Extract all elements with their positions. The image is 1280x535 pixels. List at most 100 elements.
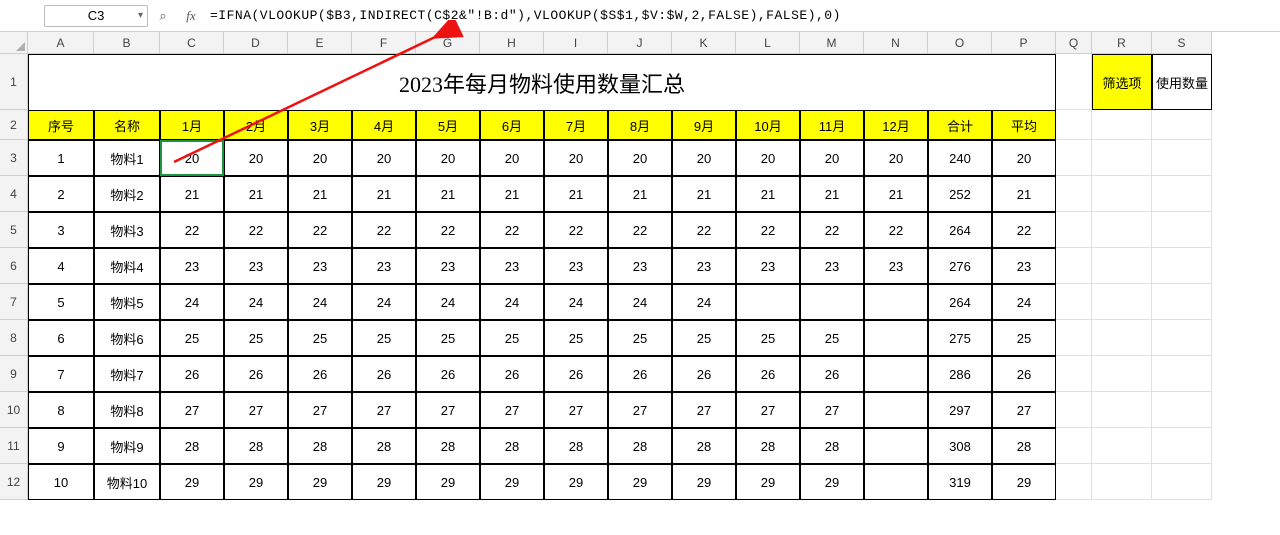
table-header[interactable]: 3月 — [288, 110, 352, 140]
cell-name[interactable]: 物料2 — [94, 176, 160, 212]
cell-month[interactable]: 29 — [352, 464, 416, 500]
cell-month[interactable]: 23 — [544, 248, 608, 284]
cell-id[interactable]: 10 — [28, 464, 94, 500]
usage-header-cell[interactable]: 使用数量 — [1152, 54, 1212, 110]
cell-month[interactable] — [864, 320, 928, 356]
cell-name[interactable]: 物料5 — [94, 284, 160, 320]
cell-month[interactable]: 22 — [352, 212, 416, 248]
table-header[interactable]: 名称 — [94, 110, 160, 140]
page-title[interactable]: 2023年每月物料使用数量汇总 — [28, 54, 1056, 110]
cell-sum[interactable]: 286 — [928, 356, 992, 392]
cell-id[interactable]: 3 — [28, 212, 94, 248]
table-header[interactable]: 11月 — [800, 110, 864, 140]
cell-month[interactable]: 26 — [288, 356, 352, 392]
cell-id[interactable]: 6 — [28, 320, 94, 356]
table-header[interactable]: 7月 — [544, 110, 608, 140]
cell-sum[interactable]: 264 — [928, 212, 992, 248]
table-header[interactable]: 5月 — [416, 110, 480, 140]
cell[interactable] — [1092, 284, 1152, 320]
cell-month[interactable]: 24 — [416, 284, 480, 320]
cell[interactable] — [1152, 320, 1212, 356]
col-header[interactable]: N — [864, 32, 928, 54]
cell[interactable] — [1092, 356, 1152, 392]
cell-month[interactable]: 21 — [480, 176, 544, 212]
select-all-corner[interactable] — [0, 32, 28, 54]
cell[interactable] — [1152, 248, 1212, 284]
cell[interactable] — [1092, 248, 1152, 284]
cell-month[interactable]: 28 — [480, 428, 544, 464]
cell-month[interactable]: 22 — [160, 212, 224, 248]
cell-month[interactable]: 28 — [416, 428, 480, 464]
col-header[interactable]: Q — [1056, 32, 1092, 54]
cell-month[interactable]: 24 — [672, 284, 736, 320]
cell-avg[interactable]: 28 — [992, 428, 1056, 464]
cell-month[interactable] — [864, 428, 928, 464]
cell-month[interactable]: 26 — [352, 356, 416, 392]
cell-month[interactable]: 26 — [608, 356, 672, 392]
cell-month[interactable]: 21 — [224, 176, 288, 212]
cell-month[interactable]: 23 — [480, 248, 544, 284]
row-header[interactable]: 7 — [0, 284, 28, 320]
cell-month[interactable]: 21 — [416, 176, 480, 212]
table-header[interactable]: 平均 — [992, 110, 1056, 140]
cell-month[interactable]: 20 — [800, 140, 864, 176]
cell-name[interactable]: 物料8 — [94, 392, 160, 428]
cell-month[interactable]: 24 — [608, 284, 672, 320]
cell-month[interactable]: 22 — [224, 212, 288, 248]
cell[interactable] — [1152, 212, 1212, 248]
cell-month[interactable]: 20 — [480, 140, 544, 176]
cell-month[interactable]: 28 — [544, 428, 608, 464]
cell[interactable] — [1056, 464, 1092, 500]
cell[interactable] — [1056, 428, 1092, 464]
cell-month[interactable]: 27 — [416, 392, 480, 428]
cell-sum[interactable]: 252 — [928, 176, 992, 212]
cell-month[interactable]: 27 — [608, 392, 672, 428]
cell-month[interactable]: 29 — [544, 464, 608, 500]
cell-month[interactable] — [864, 284, 928, 320]
cell[interactable] — [1056, 320, 1092, 356]
col-header[interactable]: L — [736, 32, 800, 54]
cell-month[interactable] — [864, 356, 928, 392]
cell[interactable] — [1092, 428, 1152, 464]
cell-month[interactable]: 28 — [288, 428, 352, 464]
cell-month[interactable]: 26 — [480, 356, 544, 392]
cell-month[interactable]: 25 — [288, 320, 352, 356]
cell-month[interactable]: 22 — [672, 212, 736, 248]
cell-month[interactable]: 20 — [352, 140, 416, 176]
cell-avg[interactable]: 22 — [992, 212, 1056, 248]
cell-month[interactable] — [800, 284, 864, 320]
cell-month[interactable]: 25 — [480, 320, 544, 356]
cell-month[interactable]: 23 — [352, 248, 416, 284]
cell[interactable] — [1056, 54, 1092, 110]
cell-month[interactable]: 22 — [480, 212, 544, 248]
cell-avg[interactable]: 21 — [992, 176, 1056, 212]
table-header[interactable]: 4月 — [352, 110, 416, 140]
cell-month[interactable]: 21 — [736, 176, 800, 212]
cell-month[interactable]: 23 — [224, 248, 288, 284]
cell[interactable] — [1152, 284, 1212, 320]
cell-month[interactable]: 23 — [160, 248, 224, 284]
table-header[interactable]: 2月 — [224, 110, 288, 140]
cell[interactable] — [1152, 176, 1212, 212]
cell[interactable] — [1056, 176, 1092, 212]
cell-month[interactable]: 21 — [608, 176, 672, 212]
cell[interactable] — [1056, 248, 1092, 284]
table-header[interactable]: 8月 — [608, 110, 672, 140]
cell[interactable] — [1092, 212, 1152, 248]
cell-month[interactable]: 23 — [800, 248, 864, 284]
cell-id[interactable]: 1 — [28, 140, 94, 176]
cell-month[interactable]: 29 — [160, 464, 224, 500]
cell-month[interactable]: 27 — [288, 392, 352, 428]
table-header[interactable]: 9月 — [672, 110, 736, 140]
cell-month[interactable]: 23 — [416, 248, 480, 284]
cell-month[interactable]: 24 — [544, 284, 608, 320]
cell-name[interactable]: 物料4 — [94, 248, 160, 284]
cell-id[interactable]: 2 — [28, 176, 94, 212]
col-header[interactable]: A — [28, 32, 94, 54]
cell-month[interactable]: 22 — [736, 212, 800, 248]
cell-month[interactable]: 23 — [608, 248, 672, 284]
cell-month[interactable]: 25 — [416, 320, 480, 356]
cell-month[interactable]: 26 — [160, 356, 224, 392]
cell[interactable] — [1092, 140, 1152, 176]
cell-month[interactable]: 29 — [608, 464, 672, 500]
